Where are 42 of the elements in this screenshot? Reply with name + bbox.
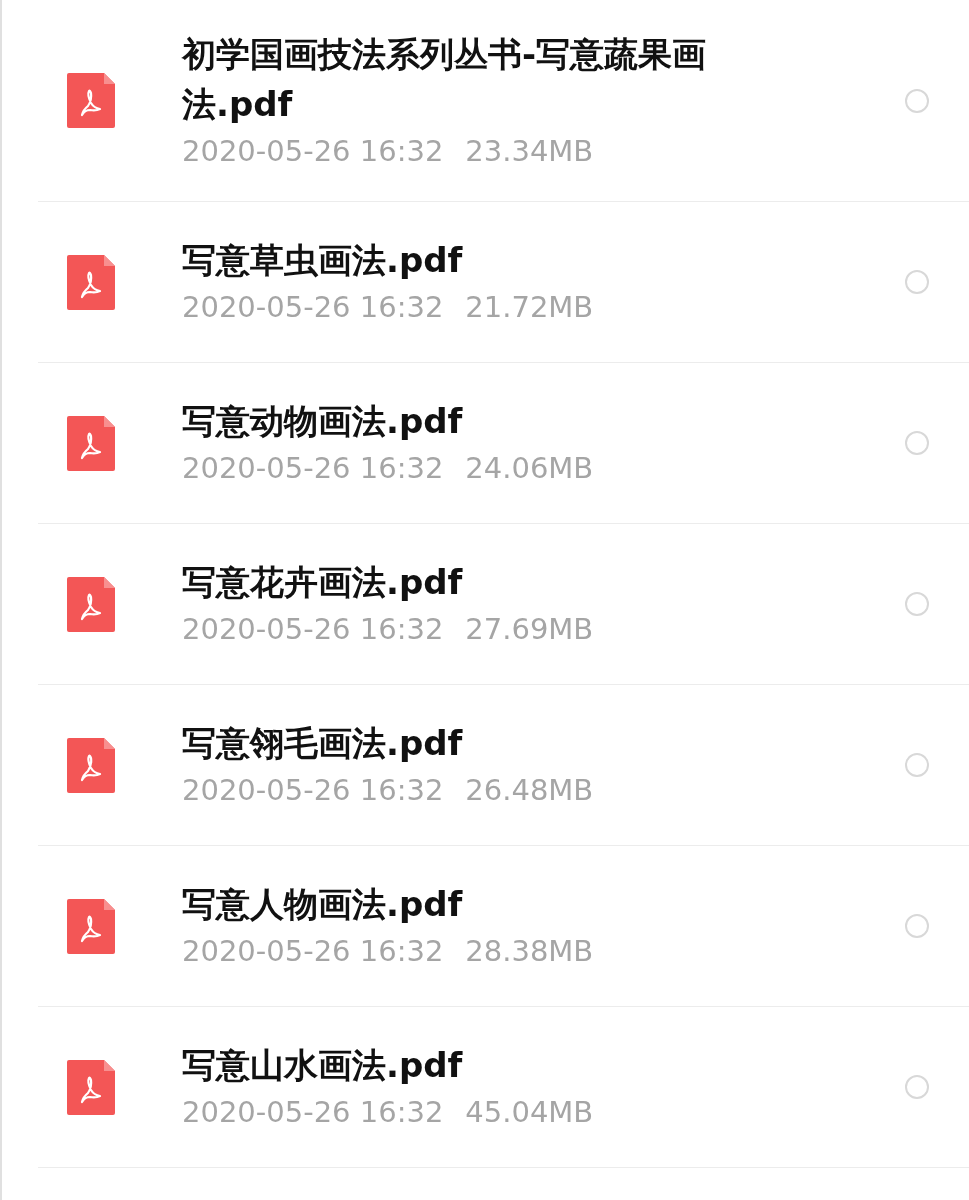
file-size: 23.34MB <box>465 132 594 170</box>
file-size: 26.48MB <box>465 772 594 809</box>
file-row[interactable]: 写意翎毛画法.pdf 2020-05-26 16:32 26.48MB <box>38 685 969 846</box>
file-date: 2020-05-26 16:32 <box>182 611 444 648</box>
file-size: 24.06MB <box>465 450 594 487</box>
file-date: 2020-05-26 16:32 <box>182 772 444 809</box>
pdf-file-icon <box>67 254 115 310</box>
file-date: 2020-05-26 16:32 <box>182 132 444 170</box>
pdf-file-icon <box>67 1059 115 1115</box>
file-name: 写意动物画法.pdf <box>182 400 464 443</box>
file-size: 28.38MB <box>465 933 594 970</box>
pdf-file-icon <box>67 73 115 128</box>
file-date: 2020-05-26 16:32 <box>182 933 444 970</box>
file-row[interactable]: 写意花卉画法.pdf 2020-05-26 16:32 27.69MB <box>38 524 969 685</box>
radio-button[interactable] <box>905 88 929 113</box>
radio-button[interactable] <box>905 1075 929 1099</box>
file-row[interactable]: 初学国画技法系列丛书-写意蔬果画法.pdf 2020-05-26 16:32 23.34MB <box>38 0 969 202</box>
file-name: 写意山水画法.pdf <box>182 1044 464 1087</box>
pdf-file-icon <box>67 898 115 954</box>
radio-button[interactable] <box>905 592 929 616</box>
file-date: 2020-05-26 16:32 <box>182 450 444 487</box>
file-size: 27.69MB <box>465 611 594 648</box>
file-name: 写意翎毛画法.pdf <box>182 722 464 765</box>
file-name: 写意人物画法.pdf <box>182 883 464 926</box>
pdf-file-icon <box>67 576 115 632</box>
file-size: 21.72MB <box>465 289 594 326</box>
radio-button[interactable] <box>905 270 929 294</box>
file-name: 初学国画技法系列丛书-写意蔬果画法.pdf <box>182 32 708 126</box>
pdf-file-icon <box>67 737 115 793</box>
pdf-file-icon <box>67 415 115 471</box>
radio-button[interactable] <box>905 431 929 455</box>
file-date: 2020-05-26 16:32 <box>182 1094 444 1131</box>
file-name: 写意花卉画法.pdf <box>182 561 464 604</box>
file-date: 2020-05-26 16:32 <box>182 289 444 326</box>
file-name: 写意草虫画法.pdf <box>182 239 464 282</box>
file-row[interactable]: 写意草虫画法.pdf 2020-05-26 16:32 21.72MB <box>38 202 969 363</box>
radio-button[interactable] <box>905 753 929 777</box>
file-row[interactable]: 写意人物画法.pdf 2020-05-26 16:32 28.38MB <box>38 846 969 1007</box>
file-row[interactable]: 写意动物画法.pdf 2020-05-26 16:32 24.06MB <box>38 363 969 524</box>
file-row[interactable]: 写意山水画法.pdf 2020-05-26 16:32 45.04MB <box>38 1007 969 1168</box>
file-size: 45.04MB <box>465 1094 594 1131</box>
radio-button[interactable] <box>905 914 929 938</box>
